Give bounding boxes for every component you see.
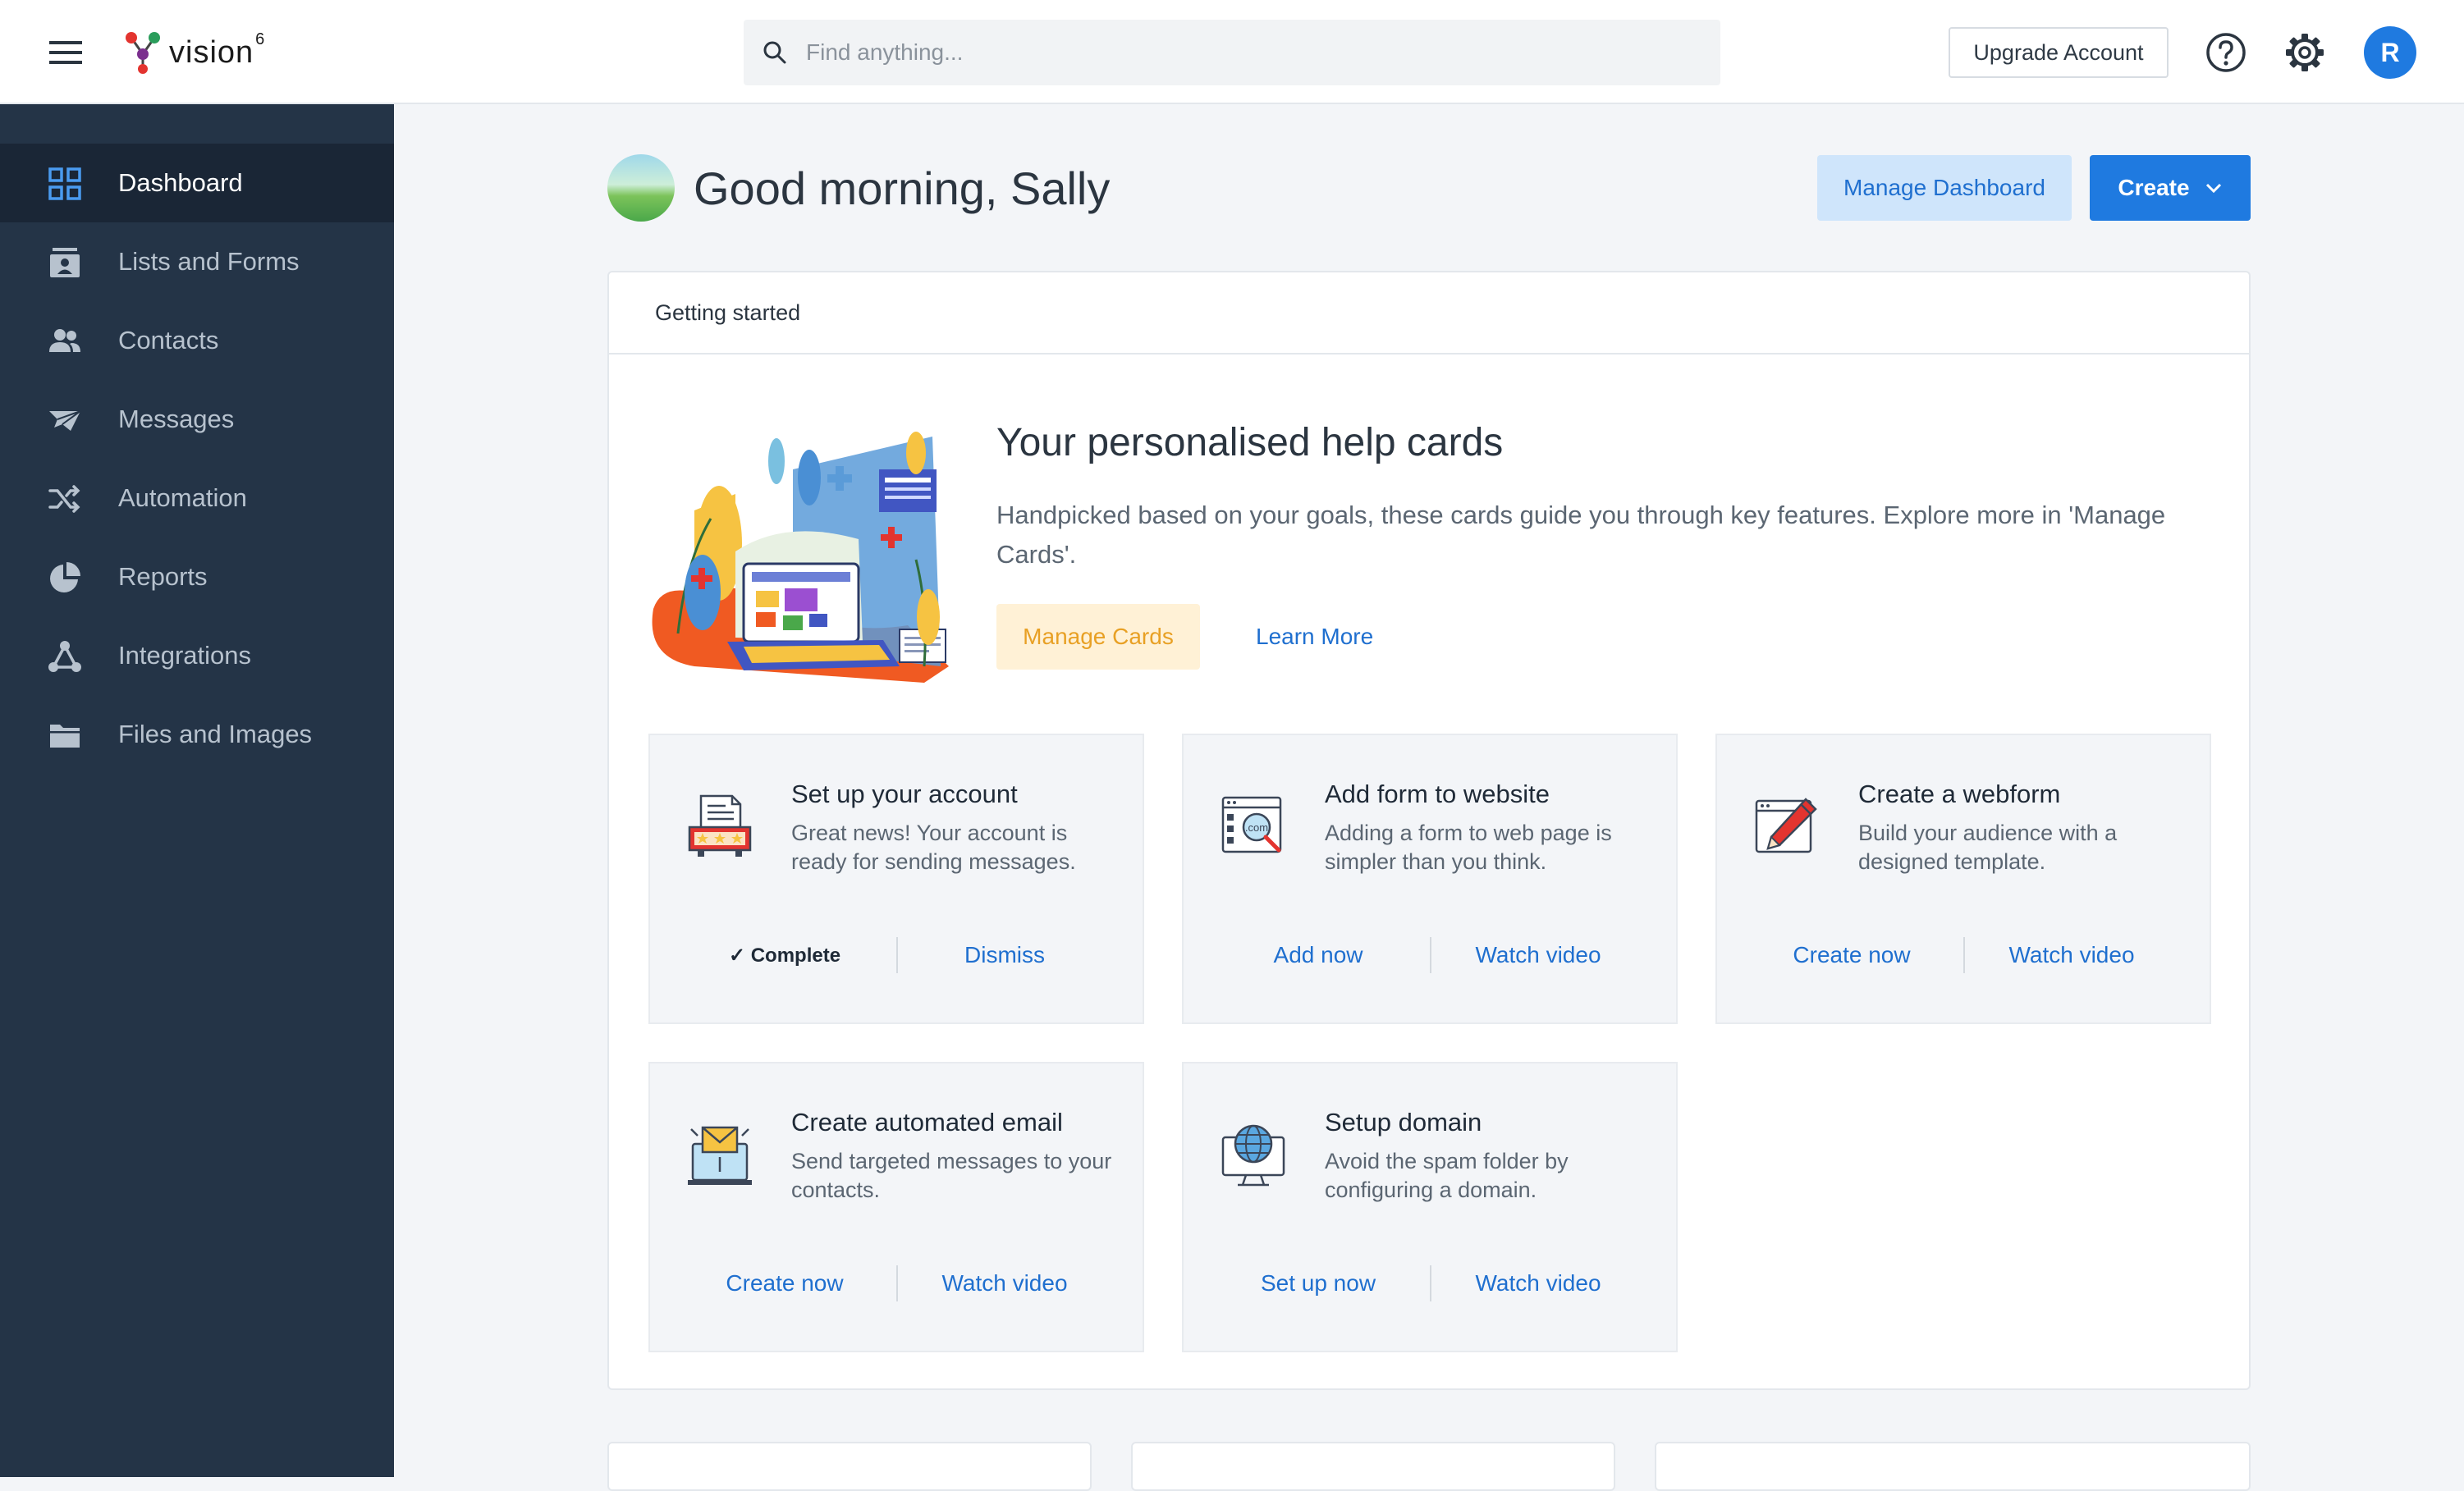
website-form-icon: .com xyxy=(1221,796,1282,853)
watch-video-button[interactable]: Watch video xyxy=(1475,1270,1601,1297)
logo-text: vision xyxy=(169,34,254,70)
card-actions: Add now Watch video xyxy=(1184,937,1676,973)
getting-started-panel: Getting started Your personalised help c… xyxy=(607,271,2251,1390)
logo-version: 6 xyxy=(255,30,265,48)
folder-icon xyxy=(50,725,80,748)
sidebar-item-contacts[interactable]: Contacts xyxy=(0,301,394,380)
user-avatar[interactable]: R xyxy=(2364,26,2416,79)
sidebar-item-label: Integrations xyxy=(118,641,251,670)
sidebar-item-dashboard[interactable]: Dashboard xyxy=(0,144,394,222)
card-actions: Create now Watch video xyxy=(1717,937,2210,973)
set-up-now-button[interactable]: Set up now xyxy=(1261,1270,1376,1297)
domain-icon xyxy=(1221,1124,1285,1187)
help-card-setup-domain: Setup domain Avoid the spam folder by co… xyxy=(1182,1062,1678,1352)
sidebar-item-label: Contacts xyxy=(118,326,219,354)
sidebar-item-automation[interactable]: Automation xyxy=(0,459,394,537)
create-button-label: Create xyxy=(2118,175,2190,200)
panel-header: Getting started xyxy=(609,272,2249,354)
card-title: Set up your account xyxy=(791,780,1018,808)
divider xyxy=(896,1265,898,1301)
automated-email-icon xyxy=(688,1126,752,1185)
sidebar-item-label: Dashboard xyxy=(118,168,243,197)
greeting-sun-icon xyxy=(607,154,675,222)
divider xyxy=(1430,1265,1431,1301)
sidebar: Dashboard Lists and Forms Contacts Messa… xyxy=(0,104,394,1477)
account-setup-icon xyxy=(688,794,752,857)
svg-text:.com: .com xyxy=(1245,821,1268,834)
sidebar-item-integrations[interactable]: Integrations xyxy=(0,616,394,695)
sidebar-item-messages[interactable]: Messages xyxy=(0,380,394,459)
help-cards-description: Handpicked based on your goals, these ca… xyxy=(996,501,2166,569)
dashboard-widget-card xyxy=(1131,1442,1615,1491)
webform-icon xyxy=(1755,798,1817,853)
chevron-down-icon xyxy=(2205,183,2221,194)
divider xyxy=(1963,937,1965,973)
card-actions: Set up now Watch video xyxy=(1184,1265,1676,1301)
help-cards-illustration xyxy=(652,432,949,683)
watch-video-button[interactable]: Watch video xyxy=(2008,942,2134,968)
sidebar-item-reports[interactable]: Reports xyxy=(0,537,394,616)
search-input[interactable] xyxy=(804,21,1720,85)
help-card-create-automated-email: Create automated email Send targeted mes… xyxy=(648,1062,1144,1352)
divider xyxy=(1430,937,1431,973)
card-description: Avoid the spam folder by configuring a d… xyxy=(1325,1149,1569,1202)
create-now-button[interactable]: Create now xyxy=(1793,942,1910,968)
card-description: Build your audience with a designed temp… xyxy=(1858,821,2118,874)
panel-title: Getting started xyxy=(655,300,801,325)
sidebar-item-label: Automation xyxy=(118,483,247,512)
automation-icon xyxy=(48,485,80,513)
lists-icon xyxy=(50,248,80,277)
card-title: Add form to website xyxy=(1325,780,1550,808)
messages-icon xyxy=(49,410,81,431)
divider xyxy=(896,937,898,973)
dismiss-button[interactable]: Dismiss xyxy=(964,942,1045,968)
search-bar[interactable] xyxy=(744,20,1720,85)
card-description: Send targeted messages to your contacts. xyxy=(791,1149,1112,1202)
dashboard-widget-card xyxy=(607,1442,1092,1491)
logo-mark-icon xyxy=(126,32,160,74)
card-title: Setup domain xyxy=(1325,1108,1482,1137)
learn-more-link[interactable]: Learn More xyxy=(1256,624,1373,650)
card-actions: Create now Watch video xyxy=(650,1265,1143,1301)
contacts-icon xyxy=(49,329,80,352)
sidebar-item-label: Reports xyxy=(118,562,208,591)
settings-gear-icon[interactable] xyxy=(2283,31,2326,74)
card-description: Adding a form to web page is simpler tha… xyxy=(1325,821,1612,874)
dashboard-icon xyxy=(48,167,81,200)
help-icon[interactable] xyxy=(2205,31,2247,74)
page-title: Good morning, Sally xyxy=(694,162,1111,214)
sidebar-item-label: Messages xyxy=(118,405,235,433)
create-now-button[interactable]: Create now xyxy=(726,1270,843,1297)
dashboard-widget-card xyxy=(1655,1442,2251,1491)
add-now-button[interactable]: Add now xyxy=(1274,942,1363,968)
upgrade-account-button[interactable]: Upgrade Account xyxy=(1949,27,2169,78)
help-card-add-form-to-website: .com Add form to website Adding a form t… xyxy=(1182,734,1678,1024)
complete-status-label: ✓ Complete xyxy=(728,944,841,967)
card-description: Great news! Your account is ready for se… xyxy=(791,821,1076,874)
card-title: Create automated email xyxy=(791,1108,1063,1137)
watch-video-button[interactable]: Watch video xyxy=(1475,942,1601,968)
help-card-create-webform: Create a webform Build your audience wit… xyxy=(1715,734,2211,1024)
search-icon xyxy=(763,41,786,64)
help-card-setup-account: Set up your account Great news! Your acc… xyxy=(648,734,1144,1024)
card-title: Create a webform xyxy=(1858,780,2061,808)
card-actions: ✓ Complete Dismiss xyxy=(650,937,1143,973)
integrations-icon xyxy=(48,641,81,672)
sidebar-item-files-and-images[interactable]: Files and Images xyxy=(0,695,394,774)
sidebar-item-lists-and-forms[interactable]: Lists and Forms xyxy=(0,222,394,301)
watch-video-button[interactable]: Watch video xyxy=(941,1270,1067,1297)
reports-icon xyxy=(50,562,80,592)
sidebar-item-label: Lists and Forms xyxy=(118,247,300,276)
top-bar: vision 6 Upgrade Account xyxy=(0,0,2464,104)
create-dropdown-button[interactable]: Create xyxy=(2090,155,2251,221)
sidebar-item-label: Files and Images xyxy=(118,720,313,748)
help-cards-title: Your personalised help cards xyxy=(996,421,1504,464)
logo[interactable]: vision 6 xyxy=(123,30,264,75)
manage-dashboard-button[interactable]: Manage Dashboard xyxy=(1817,155,2072,221)
menu-icon[interactable] xyxy=(46,36,85,69)
manage-cards-button[interactable]: Manage Cards xyxy=(996,604,1200,670)
